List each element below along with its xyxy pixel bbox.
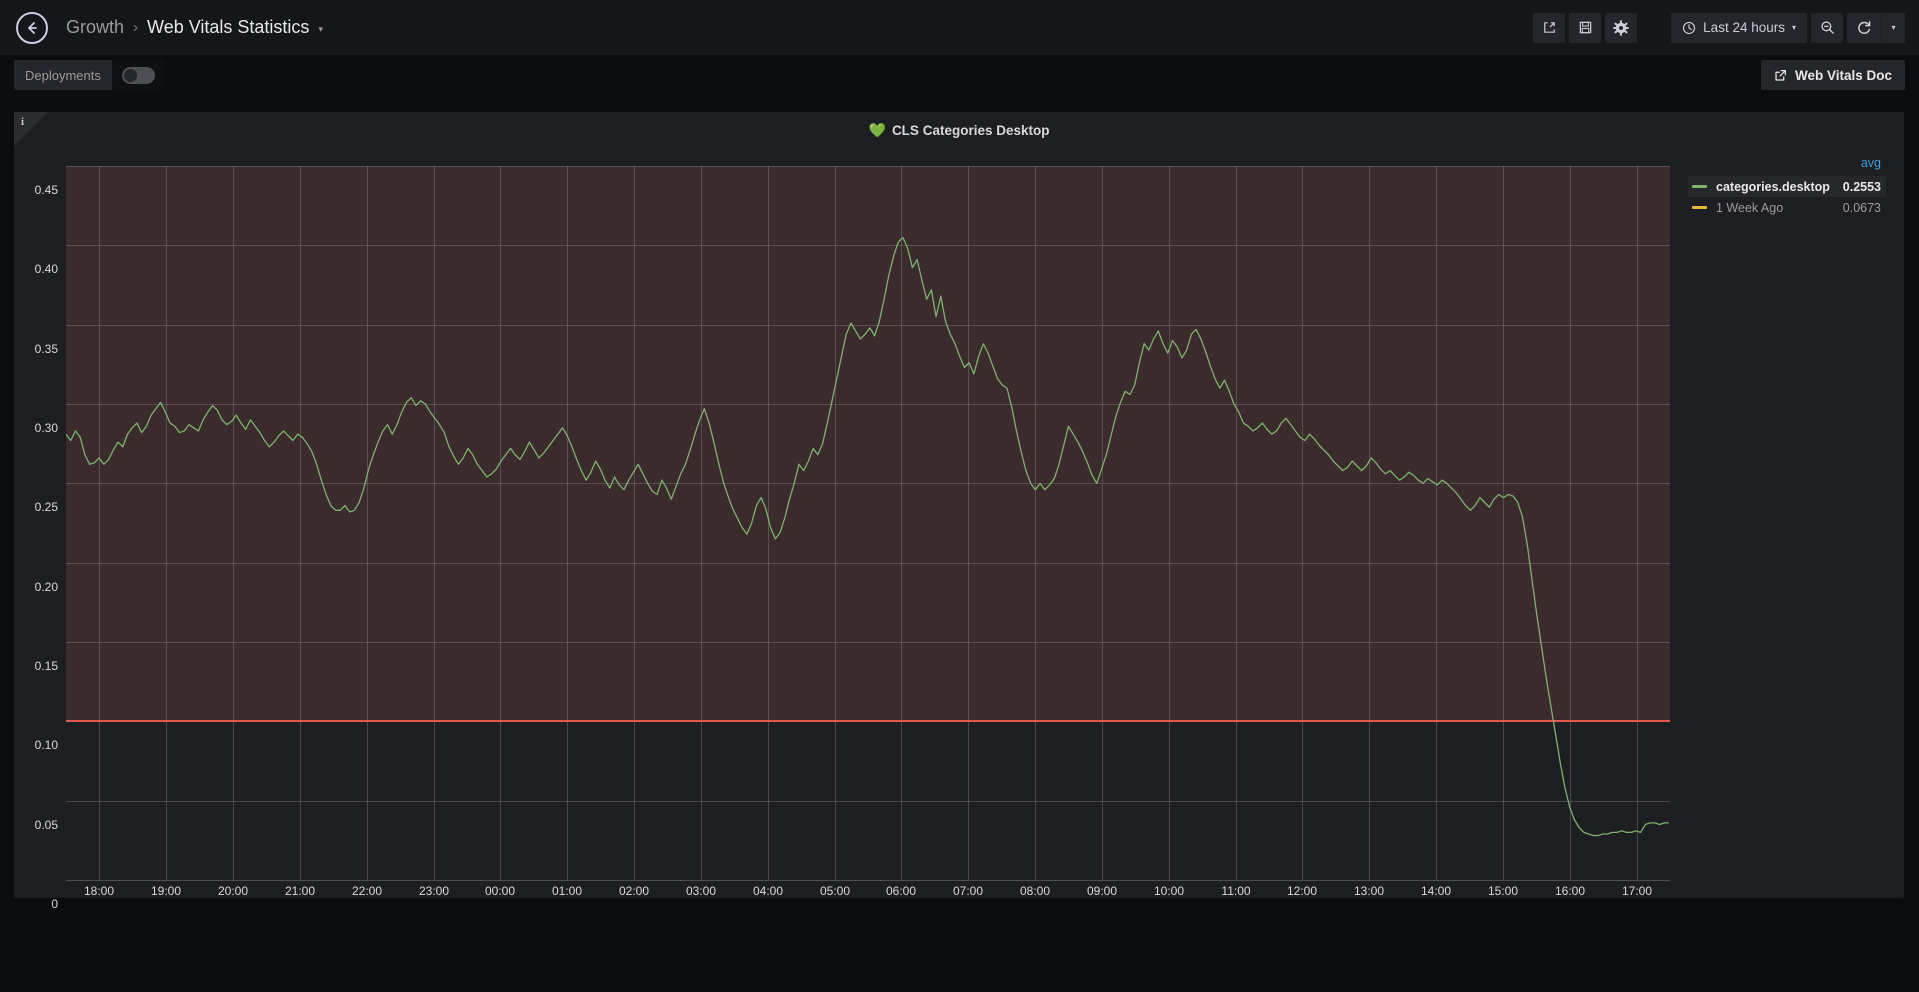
chevron-down-icon: ▾ bbox=[1891, 23, 1896, 32]
cls-categories-desktop-panel: i 💚 CLS Categories Desktop 0 0.05 0.10 0.15… bbox=[14, 112, 1904, 911]
x-axis-tick-label: 23:00 bbox=[418, 884, 450, 898]
x-axis-tick-label: 04:00 bbox=[752, 884, 784, 898]
y-axis-tick-label: 0.25 bbox=[34, 500, 58, 515]
x-axis-tick-label: 21:00 bbox=[284, 884, 316, 898]
legend-color-swatch[interactable] bbox=[1692, 185, 1707, 188]
x-axis-tick-label: 22:00 bbox=[351, 884, 383, 898]
variables-toolbar: Deployments Web Vitals Doc bbox=[0, 55, 1919, 95]
panel-title[interactable]: 💚 CLS Categories Desktop bbox=[14, 122, 1904, 139]
time-range-picker[interactable]: Last 24 hours ▾ bbox=[1671, 12, 1807, 43]
legend-stat-header[interactable]: avg bbox=[1688, 156, 1886, 170]
x-axis-line bbox=[66, 880, 1670, 881]
x-axis-tick-label: 20:00 bbox=[217, 884, 249, 898]
y-axis-tick-label: 0.05 bbox=[34, 817, 58, 832]
x-axis-tick-label: 08:00 bbox=[1019, 884, 1051, 898]
x-axis-tick-label: 01:00 bbox=[551, 884, 583, 898]
zoom-out-time-button[interactable] bbox=[1811, 12, 1843, 43]
breadcrumb: Growth › Web Vitals Statistics ▾ bbox=[66, 17, 323, 38]
toggle-knob bbox=[123, 68, 137, 82]
x-axis-tick-label: 17:00 bbox=[1621, 884, 1653, 898]
breadcrumb-parent[interactable]: Growth bbox=[66, 17, 124, 38]
chevron-down-icon: ▾ bbox=[1791, 23, 1796, 32]
x-axis-tick-label: 13:00 bbox=[1353, 884, 1385, 898]
refresh-interval-dropdown[interactable]: ▾ bbox=[1881, 12, 1905, 43]
x-axis: 18:00 19:00 20:00 21:00 22:00 23:00 00:00 01:00… bbox=[66, 884, 1670, 902]
legend: avg categories.desktop 0.2553 1 Week Ago 0.… bbox=[1678, 142, 1904, 898]
legend-series-value: 0.2553 bbox=[1842, 179, 1881, 194]
share-button[interactable] bbox=[1533, 12, 1566, 43]
x-axis-tick-label: 06:00 bbox=[885, 884, 917, 898]
toggle-track bbox=[121, 66, 155, 84]
breadcrumb-current[interactable]: Web Vitals Statistics bbox=[147, 17, 309, 38]
x-axis-tick-label: 18:00 bbox=[83, 884, 115, 898]
x-axis-tick-label: 03:00 bbox=[685, 884, 717, 898]
zoom-out-icon bbox=[1820, 21, 1834, 34]
x-axis-tick-label: 07:00 bbox=[952, 884, 984, 898]
y-axis-tick-label: 0.10 bbox=[34, 738, 58, 753]
x-axis-tick-label: 11:00 bbox=[1221, 884, 1251, 898]
panel-body: 0 0.05 0.10 0.15 0.20 0.25 0.30 0.35 0.40 0.45 18… bbox=[14, 142, 1904, 911]
save-icon bbox=[1579, 21, 1591, 34]
clock-icon bbox=[1683, 21, 1696, 34]
deployments-label: Deployments bbox=[14, 60, 112, 90]
dashboard-settings-button[interactable] bbox=[1605, 12, 1638, 43]
save-dashboard-button[interactable] bbox=[1569, 12, 1602, 43]
refresh-group: ▾ bbox=[1847, 12, 1905, 43]
y-axis-tick-label: 0 bbox=[51, 897, 58, 911]
y-axis-tick-label: 0.35 bbox=[34, 341, 58, 356]
x-axis-tick-label: 14:00 bbox=[1420, 884, 1452, 898]
y-axis-tick-label: 0.15 bbox=[34, 659, 58, 673]
web-vitals-doc-label: Web Vitals Doc bbox=[1794, 67, 1892, 83]
x-axis-tick-label: 09:00 bbox=[1086, 884, 1118, 898]
legend-color-swatch[interactable] bbox=[1692, 206, 1707, 209]
x-axis-tick-label: 16:00 bbox=[1554, 884, 1586, 898]
green-heart-icon: 💚 bbox=[868, 122, 886, 138]
x-axis-tick-label: 02:00 bbox=[618, 884, 650, 898]
legend-rows: categories.desktop 0.2553 1 Week Ago 0.0673 bbox=[1688, 176, 1886, 218]
x-axis-tick-label: 00:00 bbox=[484, 884, 516, 898]
x-axis-tick-label: 05:00 bbox=[819, 884, 851, 898]
legend-row[interactable]: categories.desktop 0.2553 bbox=[1688, 176, 1886, 197]
refresh-button[interactable] bbox=[1847, 12, 1881, 43]
x-axis-tick-label: 15:00 bbox=[1487, 884, 1519, 898]
x-axis-tick-label: 10:00 bbox=[1153, 884, 1185, 898]
y-axis-tick-label: 0.20 bbox=[34, 579, 58, 594]
series-line bbox=[66, 236, 1669, 837]
top-navbar: Growth › Web Vitals Statistics ▾ Last 24… bbox=[0, 0, 1919, 55]
deployments-variable: Deployments bbox=[14, 60, 165, 90]
navbar-actions: Last 24 hours ▾ ▾ bbox=[1533, 12, 1905, 43]
share-icon bbox=[1543, 22, 1555, 33]
graph-area: 0 0.05 0.10 0.15 0.20 0.25 0.30 0.35 0.40 0.45 18… bbox=[14, 142, 1678, 911]
breadcrumb-separator-icon: › bbox=[133, 19, 139, 36]
series-layer bbox=[66, 236, 1669, 837]
y-axis-tick-label: 0.45 bbox=[34, 183, 58, 197]
external-link-icon bbox=[1775, 69, 1786, 81]
refresh-icon bbox=[1858, 20, 1871, 34]
back-button[interactable] bbox=[16, 11, 48, 44]
legend-row[interactable]: 1 Week Ago 0.0673 bbox=[1688, 197, 1886, 218]
deployments-toggle[interactable] bbox=[111, 60, 165, 90]
legend-series-value: 0.0673 bbox=[1842, 200, 1881, 215]
x-axis-tick-label: 12:00 bbox=[1286, 884, 1318, 898]
x-axis-tick-label: 19:00 bbox=[150, 884, 182, 898]
gear-icon bbox=[1613, 19, 1629, 36]
web-vitals-doc-link[interactable]: Web Vitals Doc bbox=[1760, 60, 1905, 90]
y-axis: 0 0.05 0.10 0.15 0.20 0.25 0.30 0.35 0.40 0.45 bbox=[14, 166, 58, 911]
time-range-label: Last 24 hours bbox=[1703, 20, 1785, 35]
y-axis-tick-label: 0.30 bbox=[34, 421, 58, 435]
chevron-down-icon[interactable]: ▾ bbox=[318, 24, 323, 35]
legend-series-name: 1 Week Ago bbox=[1716, 200, 1784, 215]
arrow-left-icon bbox=[28, 21, 37, 34]
legend-series-name: categories.desktop bbox=[1716, 179, 1830, 194]
panel-title-text: CLS Categories Desktop bbox=[891, 123, 1050, 138]
y-axis-tick-label: 0.40 bbox=[34, 262, 58, 277]
plot-area[interactable] bbox=[66, 166, 1670, 880]
